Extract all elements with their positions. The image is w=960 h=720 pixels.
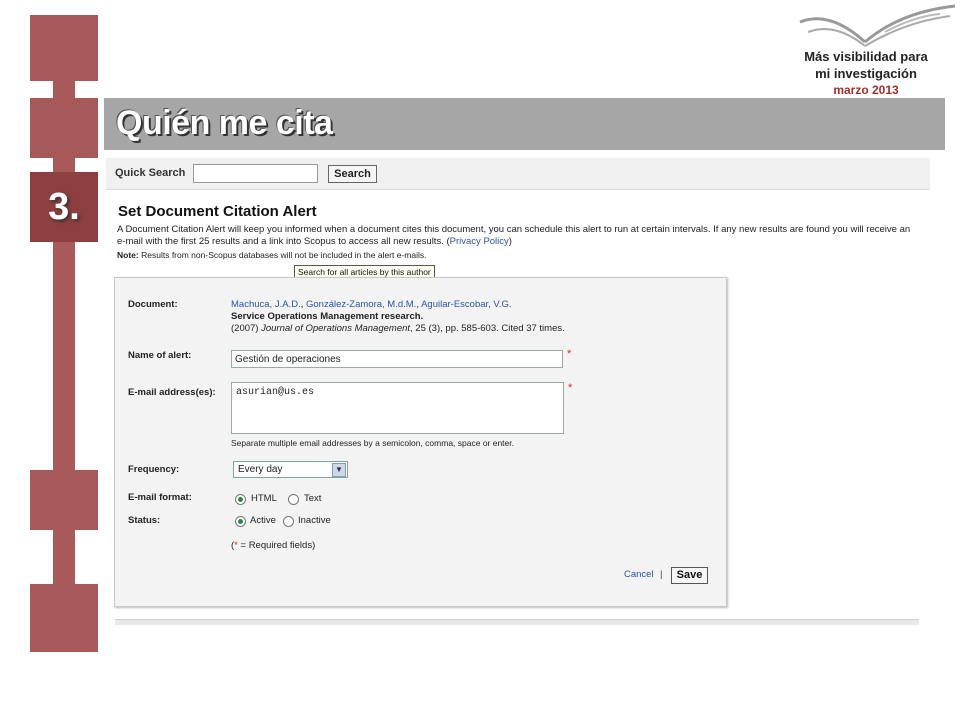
journal-name: Journal of Operations Management [261,323,411,334]
search-button[interactable]: Search [328,165,377,183]
required-note-text: = Required fields) [237,540,316,551]
quick-search-input[interactable] [193,164,318,183]
author-link-3[interactable]: Aguilar-Escobar, V.G. [421,299,511,310]
quick-search-bar: Quick Search Search [106,158,930,190]
bottom-divider [115,619,919,625]
document-citation: Machuca, J.A.D., González-Zamora, M.d.M.… [231,299,711,335]
status-label: Status: [128,515,161,526]
alert-note: Note: Results from non-Scopus databases … [117,250,426,260]
save-button[interactable]: Save [671,567,708,584]
quick-search-label: Quick Search [115,167,186,179]
left-bar-block-2 [30,98,98,158]
left-bar-stem-3 [53,530,75,584]
left-bar-block-3 [30,470,98,530]
brand-line-2: mi investigación [815,66,917,81]
format-text-label: Text [304,493,322,504]
left-bar-block-4 [30,584,98,652]
document-label: Document: [128,299,178,310]
email-hint: Separate multiple email addresses by a s… [231,438,514,448]
format-html-label: HTML [251,493,277,504]
alert-description-text: A Document Citation Alert will keep you … [117,224,911,247]
author-link-1[interactable]: Machuca, J.A.D. [231,299,301,310]
required-fields-note: (* = Required fields) [231,540,315,552]
privacy-policy-link[interactable]: Privacy Policy [450,236,509,247]
brand-line-1: Más visibilidad para [804,49,928,64]
author-link-2[interactable]: González-Zamora, M.d.M. [306,299,416,310]
note-label: Note: [117,250,139,260]
email-format-label: E-mail format: [128,492,192,503]
citation-details: , 25 (3), pp. 585-603. Cited 37 times. [410,323,565,334]
document-title: Service Operations Management research. [231,311,424,322]
alert-name-input[interactable]: Gestión de operaciones [231,350,563,368]
email-label: E-mail address(es): [128,387,216,398]
cancel-link[interactable]: Cancel [624,569,654,580]
page-heading: Quién me cita [116,104,333,142]
document-source: (2007) Journal of Operations Management,… [231,323,711,335]
format-html-radio[interactable] [235,494,246,505]
brand-date: marzo 2013 [833,83,899,97]
open-book-icon [799,4,956,47]
action-separator: | [660,569,663,580]
alert-form-panel: Document: Machuca, J.A.D., González-Zamo… [114,277,727,607]
title-banner: Quién me cita [104,98,945,150]
left-bar-stem-1 [53,81,75,98]
citation-year: (2007) [231,323,259,334]
email-textarea[interactable]: asurian@us.es [231,382,564,434]
email-required-star: * [568,382,573,394]
brand-block: Más visibilidad para mi investigación ma… [786,48,946,99]
alert-name-label: Name of alert: [128,350,192,361]
left-bar-block-1 [30,15,98,81]
frequency-value: Every day [238,464,283,475]
chevron-down-icon: ▼ [332,463,346,477]
alert-page-title: Set Document Citation Alert [118,203,317,220]
status-inactive-label: Inactive [298,515,331,526]
author-list: Machuca, J.A.D., González-Zamora, M.d.M.… [231,299,512,310]
status-active-label: Active [250,515,276,526]
status-active-radio[interactable] [235,516,246,527]
format-text-radio[interactable] [288,494,299,505]
alert-name-required-star: * [567,348,572,360]
frequency-select[interactable]: Every day ▼ [233,461,348,478]
alert-description: A Document Citation Alert will keep you … [117,224,911,247]
frequency-label: Frequency: [128,464,180,475]
note-text: Results from non-Scopus databases will n… [141,250,427,260]
step-number: 3. [30,172,98,242]
status-inactive-radio[interactable] [283,516,294,527]
